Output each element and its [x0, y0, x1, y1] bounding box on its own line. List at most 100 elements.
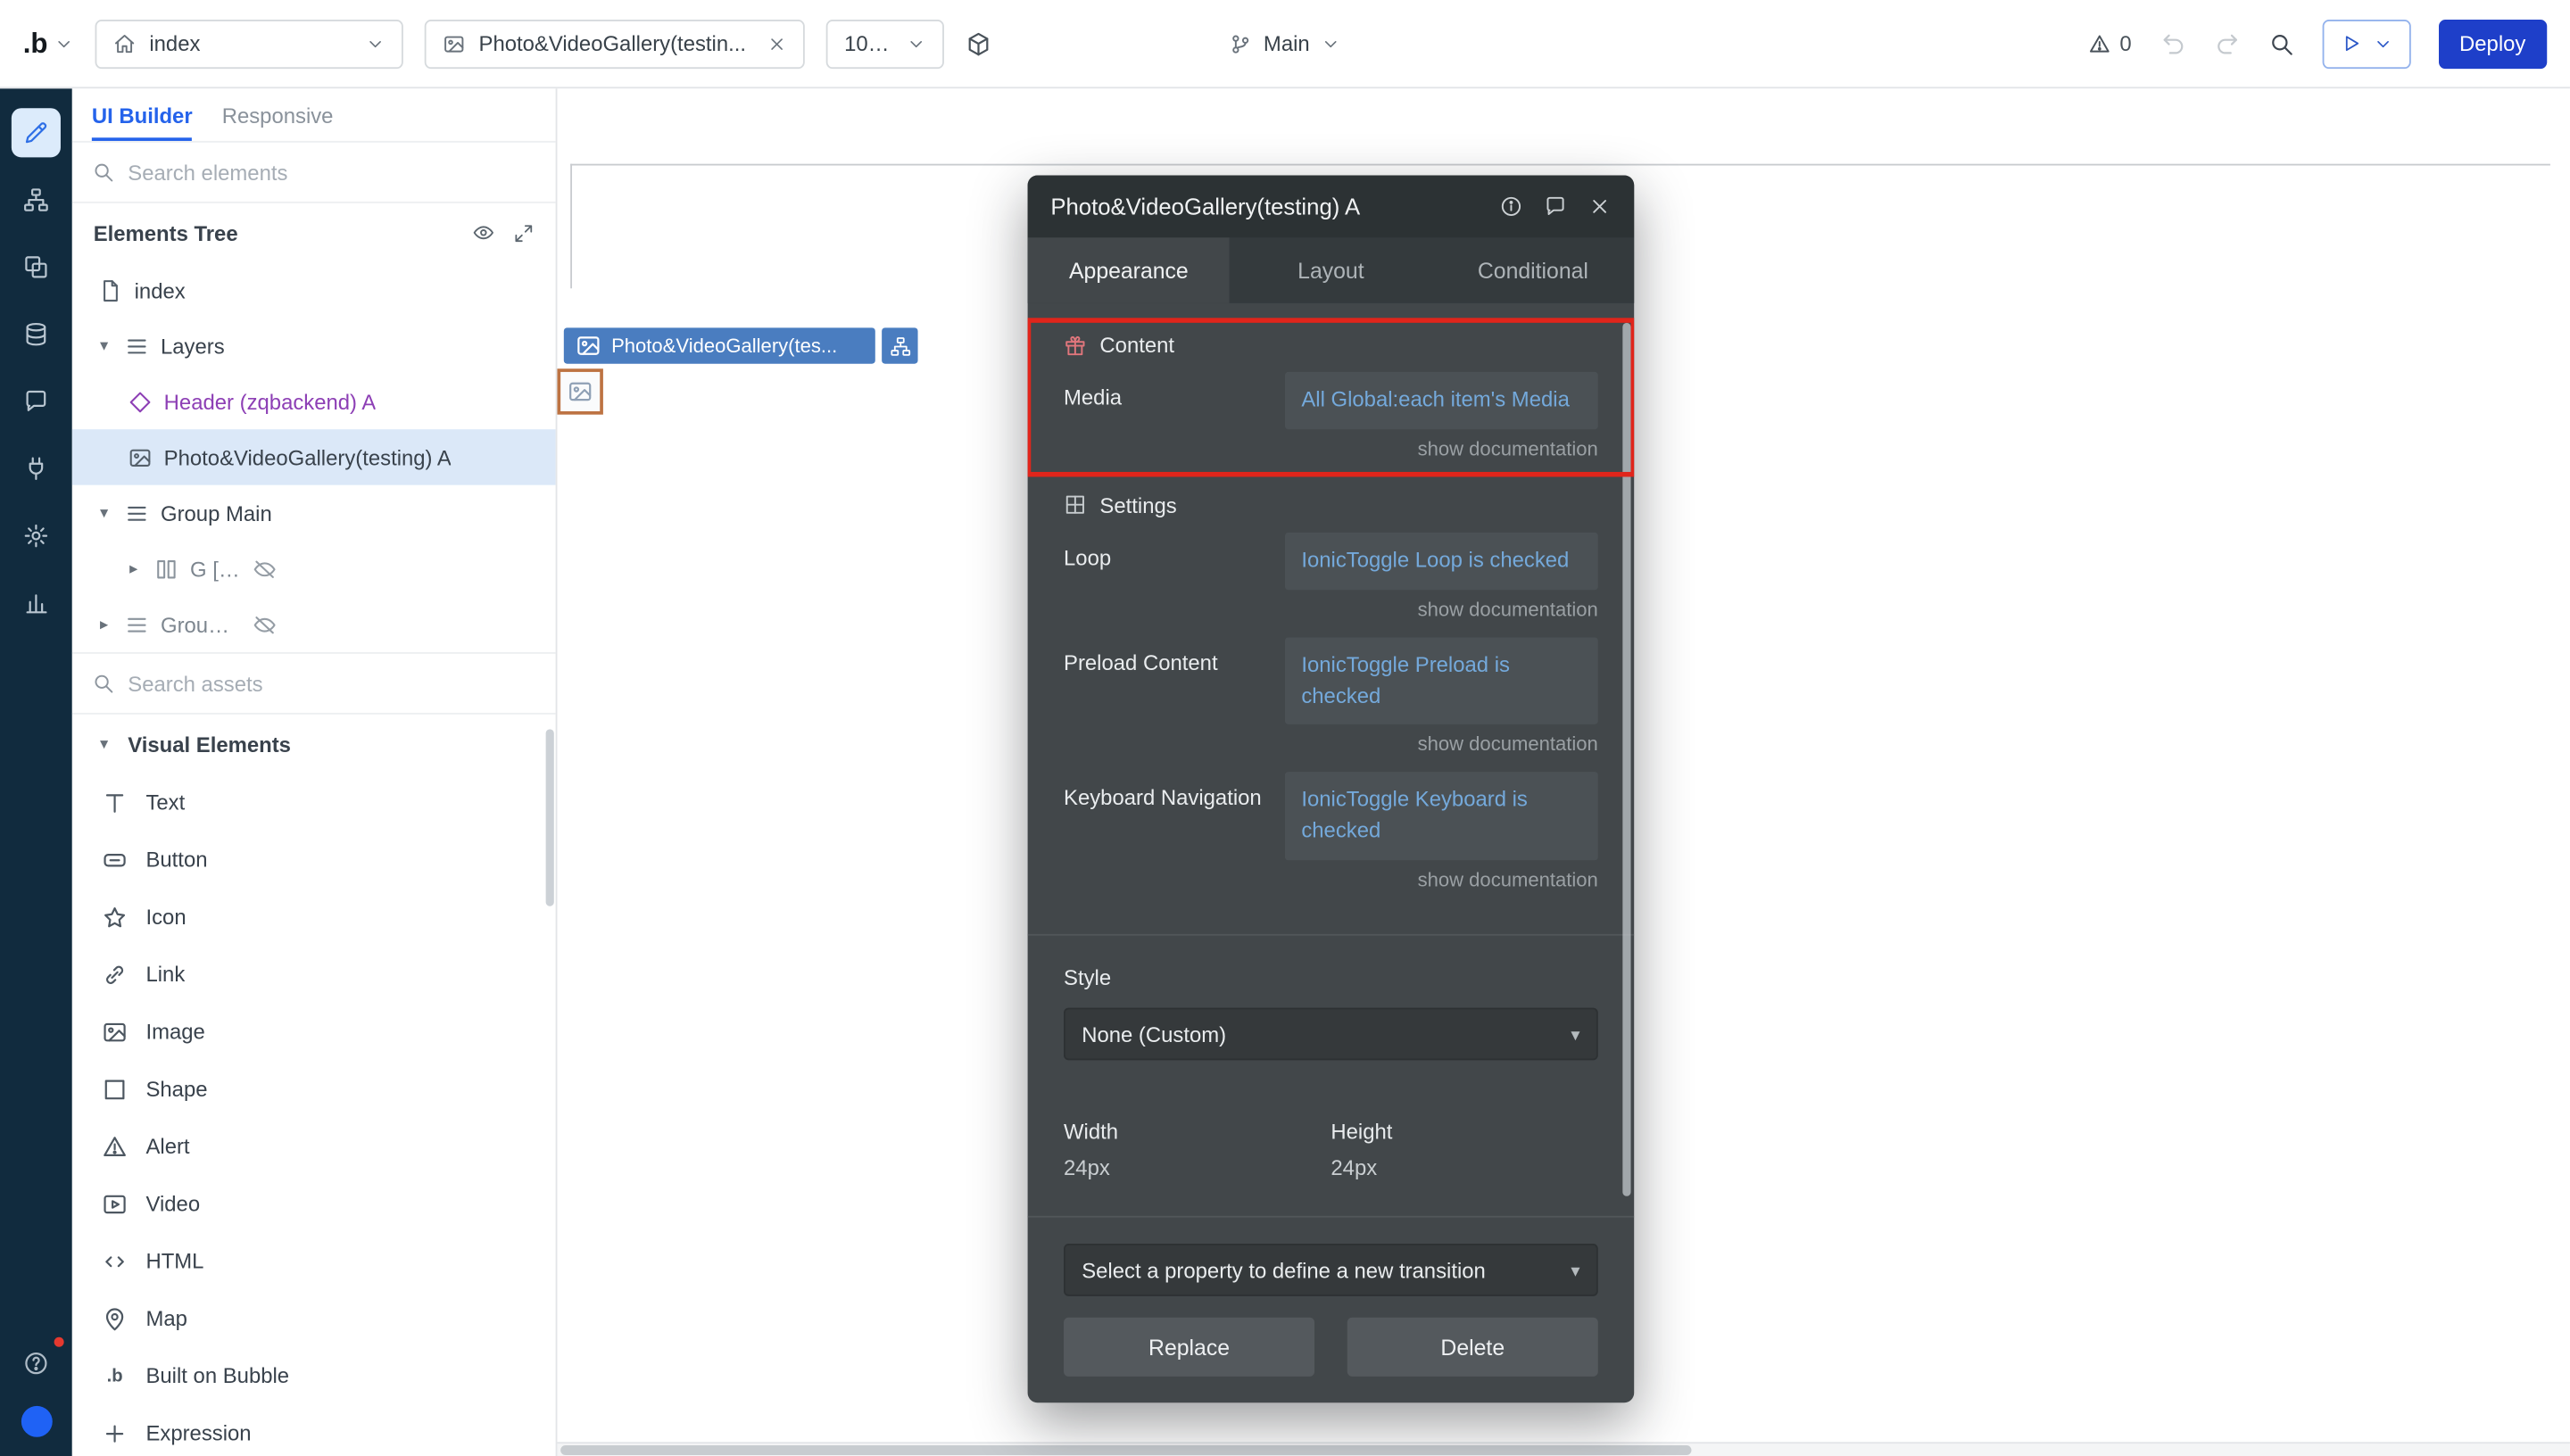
tab-responsive[interactable]: Responsive: [222, 88, 334, 141]
tab-logs[interactable]: [12, 578, 61, 627]
chevron-down-icon[interactable]: ▾: [95, 336, 113, 354]
palette-item-html[interactable]: HTML: [72, 1232, 556, 1289]
tree-item-layers[interactable]: ▾ Layers: [72, 318, 556, 373]
code-icon: [102, 1248, 128, 1274]
palette-item-map[interactable]: Map: [72, 1289, 556, 1346]
issues-indicator[interactable]: 0: [2089, 31, 2132, 56]
tree-item-index[interactable]: index: [72, 262, 556, 318]
palette-item-alert[interactable]: Alert: [72, 1118, 556, 1175]
tree-item-block-hero[interactable]: ▸ G [block] Hero: [72, 541, 343, 596]
visual-elements-header[interactable]: ▾ Visual Elements: [72, 715, 556, 774]
close-icon[interactable]: [1588, 195, 1612, 219]
toolbar-search-button[interactable]: [2267, 30, 2293, 56]
layers-icon: [125, 612, 150, 637]
show-documentation-link[interactable]: show documentation: [1064, 733, 1598, 757]
help-button[interactable]: [12, 1339, 61, 1388]
element-tab[interactable]: Photo&VideoGallery(testin...: [425, 19, 805, 68]
chevron-down-icon[interactable]: ▾: [95, 504, 113, 522]
scrollbar-thumb[interactable]: [560, 1445, 1691, 1455]
tree-item-label: Group Main: [161, 500, 272, 525]
palette-item-expression[interactable]: Expression: [72, 1404, 556, 1456]
text-icon: [102, 789, 128, 815]
comment-icon[interactable]: [1544, 195, 1567, 219]
palette-item-video[interactable]: Video: [72, 1175, 556, 1232]
palette-item-icon[interactable]: Icon: [72, 888, 556, 945]
tree-item-photovideo-gallery[interactable]: Photo&VideoGallery(testing) A: [72, 429, 556, 484]
tab-workflow[interactable]: [12, 176, 61, 225]
deploy-button[interactable]: Deploy: [2438, 19, 2547, 68]
gear-icon: [23, 523, 49, 549]
tab-data[interactable]: [12, 310, 61, 359]
undo-button[interactable]: [2160, 30, 2185, 56]
media-value: All Global:each item's Media: [1301, 386, 1570, 411]
keyboard-value-input[interactable]: IonicToggle Keyboard is checked: [1285, 773, 1598, 861]
delete-button[interactable]: Delete: [1347, 1318, 1598, 1377]
media-value-input[interactable]: All Global:each item's Media: [1285, 372, 1598, 429]
search-assets-input[interactable]: [128, 671, 535, 696]
bubble-logo-menu[interactable]: .b: [23, 27, 74, 60]
preload-value-input[interactable]: IonicToggle Preload is checked: [1285, 637, 1598, 725]
tree-item-group-controls[interactable]: ▸ Group Controls: [72, 597, 343, 652]
search-icon: [92, 161, 115, 184]
inspector-scrollbar[interactable]: [1622, 323, 1630, 1196]
info-icon[interactable]: [1500, 195, 1523, 219]
transition-dropdown[interactable]: Select a property to define a new transi…: [1064, 1244, 1598, 1296]
tab-conditional[interactable]: Conditional: [1432, 237, 1635, 302]
tree-item-group-main[interactable]: ▾ Group Main: [72, 485, 556, 541]
show-documentation-link[interactable]: show documentation: [1064, 598, 1598, 621]
branch-name: Main: [1264, 31, 1310, 56]
inspector-titlebar[interactable]: Photo&VideoGallery(testing) A: [1028, 176, 1635, 238]
selected-element-thumbnail[interactable]: [557, 368, 602, 414]
bar-chart-icon: [23, 590, 49, 616]
tab-design[interactable]: [12, 108, 61, 157]
page-selector-value: index: [149, 31, 352, 56]
chevron-right-icon[interactable]: ▸: [125, 559, 143, 577]
component-library-button[interactable]: [966, 30, 991, 56]
tab-layout[interactable]: Layout: [1230, 237, 1432, 302]
eye-off-icon[interactable]: [253, 557, 278, 582]
preview-button[interactable]: [2322, 19, 2410, 68]
palette-item-text[interactable]: Text: [72, 774, 556, 831]
replace-button[interactable]: Replace: [1064, 1318, 1314, 1377]
show-documentation-link[interactable]: show documentation: [1064, 869, 1598, 892]
tab-plugins[interactable]: [12, 444, 61, 493]
star-icon: [102, 904, 128, 930]
bubble-editor: .b index Photo&VideoGallery(testin... 10…: [0, 0, 2570, 1456]
palette-item-shape[interactable]: Shape: [72, 1060, 556, 1117]
setting-row-loop: Loop IonicToggle Loop is checked show do…: [1064, 533, 1598, 621]
account-avatar[interactable]: [21, 1406, 52, 1437]
canvas[interactable]: Photo&VideoGallery(tes... Photo&VideoGal…: [557, 88, 2569, 1456]
tab-appearance[interactable]: Appearance: [1028, 237, 1231, 302]
tab-reusables[interactable]: [12, 243, 61, 292]
branch-selector[interactable]: Main: [1229, 31, 1340, 56]
element-hierarchy-button[interactable]: [882, 327, 917, 363]
page-selector[interactable]: index: [95, 19, 403, 68]
transition-placeholder: Select a property to define a new transi…: [1082, 1258, 1486, 1283]
zoom-selector[interactable]: 100%: [826, 19, 944, 68]
eye-icon[interactable]: [472, 221, 495, 244]
eye-off-icon[interactable]: [253, 612, 278, 637]
close-icon[interactable]: [767, 34, 787, 54]
redo-button[interactable]: [2214, 30, 2240, 56]
palette-item-link[interactable]: Link: [72, 946, 556, 1003]
preload-value: IonicToggle Preload is checked: [1301, 651, 1510, 707]
palette-item-image[interactable]: Image: [72, 1003, 556, 1060]
expand-icon[interactable]: [513, 222, 535, 244]
tree-item-header-reusable[interactable]: Header (zqbackend) A: [72, 374, 556, 429]
frames-icon: [23, 254, 49, 280]
chevron-right-icon[interactable]: ▸: [95, 616, 113, 633]
palette-item-built-on-bubble[interactable]: .b Built on Bubble: [72, 1347, 556, 1404]
selected-element-label[interactable]: Photo&VideoGallery(tes...: [564, 327, 875, 363]
show-documentation-link[interactable]: show documentation: [1064, 437, 1598, 460]
panel-scrollbar[interactable]: [546, 729, 554, 906]
search-elements-input[interactable]: [128, 160, 535, 185]
video-icon: [102, 1190, 128, 1216]
setting-row-keyboard: Keyboard Navigation IonicToggle Keyboard…: [1064, 773, 1598, 892]
tab-styles[interactable]: [12, 376, 61, 426]
loop-value-input[interactable]: IonicToggle Loop is checked: [1285, 533, 1598, 590]
tab-settings[interactable]: [12, 511, 61, 560]
palette-item-button[interactable]: Button: [72, 831, 556, 888]
tab-ui-builder[interactable]: UI Builder: [92, 88, 193, 141]
style-dropdown[interactable]: None (Custom) ▾: [1064, 1008, 1598, 1061]
plug-icon: [23, 456, 49, 482]
